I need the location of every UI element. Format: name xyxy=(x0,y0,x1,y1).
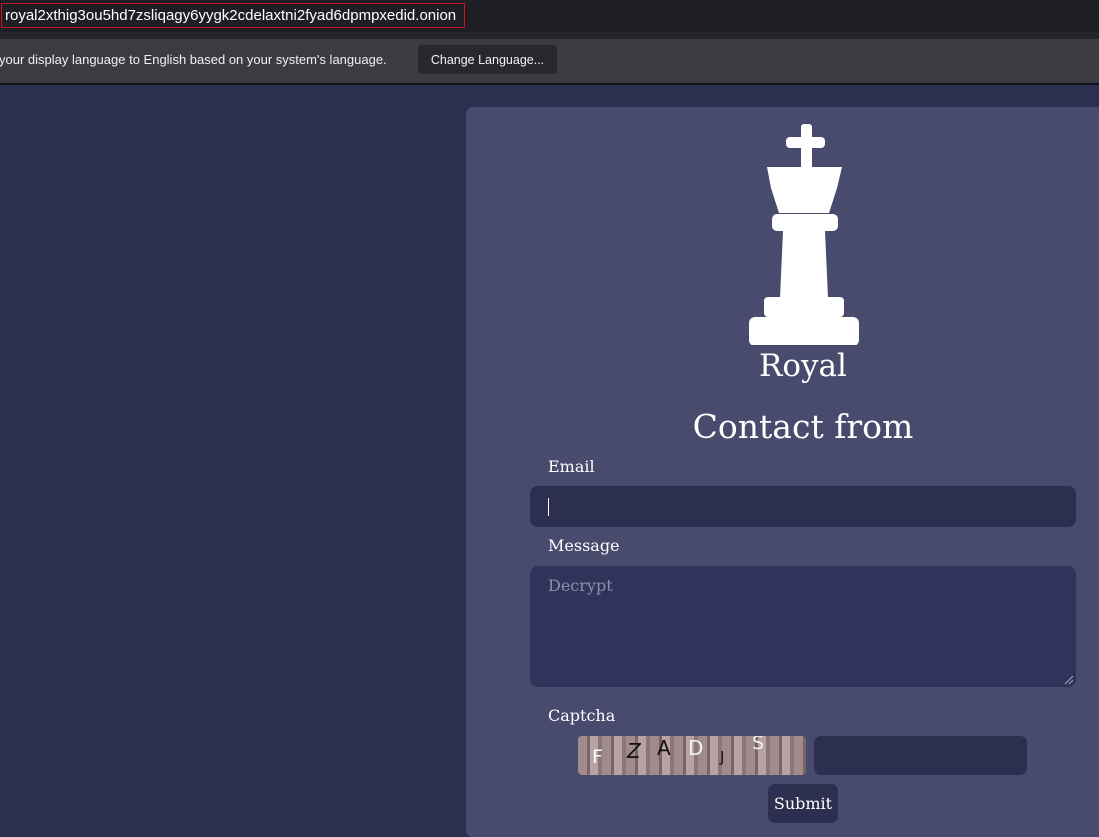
message-placeholder: Decrypt xyxy=(548,576,613,595)
resize-handle-icon[interactable] xyxy=(1062,673,1074,685)
notification-text: your display language to English based o… xyxy=(0,52,387,67)
email-label: Email xyxy=(548,457,595,476)
change-language-button[interactable]: Change Language... xyxy=(418,45,557,74)
form-title: Contact from xyxy=(692,407,914,446)
captcha-char: Z xyxy=(627,739,641,763)
message-textarea[interactable]: Decrypt xyxy=(530,566,1076,687)
address-bar[interactable]: royal2xthig3ou5hd7zsliqagy6yygk2cdelaxtn… xyxy=(0,0,1099,32)
brand-name: Royal xyxy=(759,348,847,384)
captcha-char: A xyxy=(657,736,671,760)
captcha-char: F xyxy=(592,746,603,768)
language-notification-bar: your display language to English based o… xyxy=(0,32,1099,85)
url-text[interactable]: royal2xthig3ou5hd7zsliqagy6yygk2cdelaxtn… xyxy=(1,3,466,28)
captcha-image: F Z A D J S xyxy=(578,736,806,775)
captcha-char: S xyxy=(752,736,765,754)
email-input[interactable] xyxy=(530,486,1076,527)
captcha-input[interactable] xyxy=(814,736,1027,775)
captcha-char: J xyxy=(720,748,725,766)
message-label: Message xyxy=(548,536,620,555)
contact-panel: Royal Contact from Email Message Decrypt… xyxy=(466,107,1099,837)
chess-king-icon xyxy=(749,124,859,345)
submit-button[interactable]: Submit xyxy=(768,784,838,823)
text-cursor xyxy=(548,498,549,516)
captcha-char: D xyxy=(688,736,704,760)
captcha-label: Captcha xyxy=(548,706,616,725)
